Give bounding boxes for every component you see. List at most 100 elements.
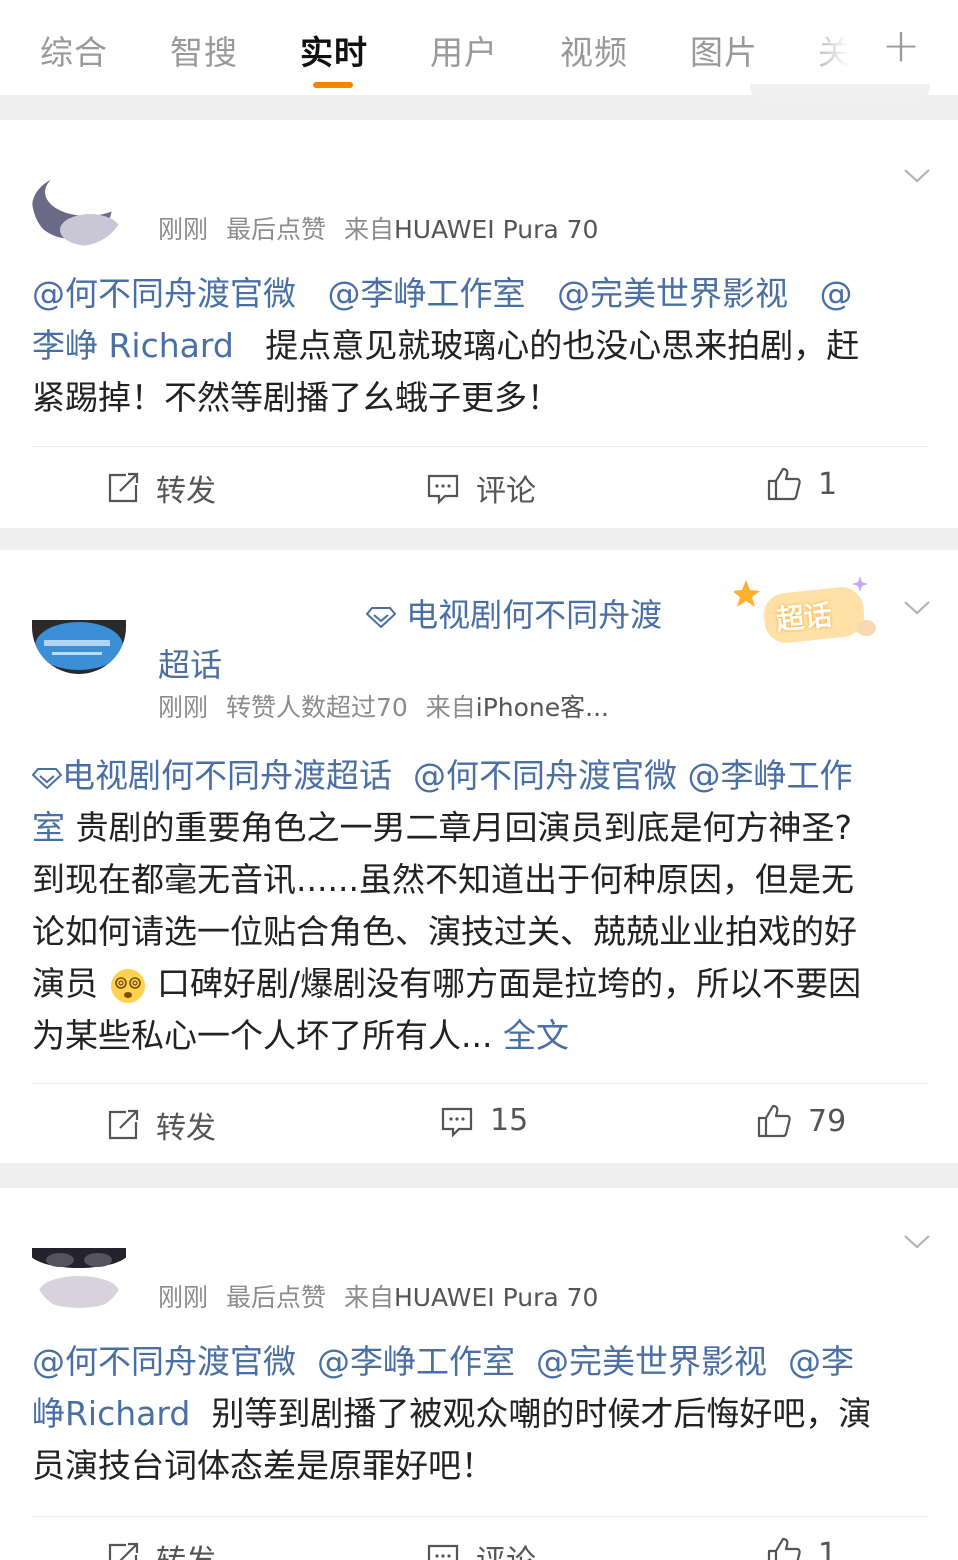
post-card[interactable]: 电视剧何不同舟渡 超话 超话 刚刚 转赞人数超过70 来自iPhone客... …	[0, 550, 958, 1163]
repost-label: 转发	[156, 1111, 216, 1146]
like-count: 1	[818, 466, 838, 502]
post-card[interactable]: 刚刚 最后点赞 来自HUAWEI Pura 70 @何不同舟渡官微 @李峥工作室…	[0, 120, 958, 528]
repost-icon	[108, 472, 139, 503]
super-topic-icon	[32, 767, 62, 789]
source-prefix: 来自	[425, 693, 476, 722]
dizzy-face-emoji	[110, 968, 145, 1003]
active-tab-indicator	[313, 82, 353, 88]
device-name: HUAWEI Pura 70	[393, 1283, 599, 1312]
tab-images[interactable]: 图片	[690, 26, 758, 74]
topic-link[interactable]: 电视剧何不同舟渡超话	[32, 756, 392, 795]
comment-icon	[441, 1107, 473, 1138]
repost-button[interactable]: 转发	[106, 466, 216, 510]
post-time: 刚刚	[158, 693, 209, 722]
badge-label: 超话	[774, 598, 834, 637]
tab-fade-overlay	[800, 0, 870, 95]
repost-button[interactable]: 转发	[106, 1103, 216, 1147]
divider	[32, 446, 928, 447]
chevron-down-icon[interactable]	[902, 592, 932, 622]
post-meta: 刚刚 最后点赞 来自HUAWEI Pura 70	[158, 1278, 608, 1314]
post-body: 贵剧的重要角色之一男二章月回演员到底是何方神圣?	[75, 808, 853, 847]
thumbs-up-icon	[767, 1537, 801, 1560]
post-body-line: 到现在都毫无音讯......虽然不知道出于何种原因，但是无	[32, 860, 854, 899]
post-card[interactable]: 刚刚 最后点赞 来自HUAWEI Pura 70 @何不同舟渡官微 @李峥工作室…	[0, 1188, 958, 1560]
post-text: @何不同舟渡官微 @李峥工作室 @完美世界影视 @ 李峥 Richard 提点意…	[32, 268, 932, 424]
topic-header[interactable]: 电视剧何不同舟渡	[366, 590, 662, 636]
repost-icon	[108, 1109, 139, 1140]
mention-link[interactable]: 李峥 Richard	[32, 326, 234, 365]
mention-link[interactable]: @李峥工作室	[317, 1342, 515, 1381]
source-prefix: 来自	[343, 1283, 394, 1312]
repost-label: 转发	[156, 474, 216, 509]
comment-button[interactable]: 15	[440, 1103, 528, 1138]
add-tab-icon[interactable]: +	[878, 20, 924, 70]
topic-name[interactable]: 电视剧何不同舟渡	[406, 596, 662, 634]
post-body-line: 为某些私心一个人坏了所有人...	[32, 1016, 493, 1055]
post-meta: 刚刚 最后点赞 来自HUAWEI Pura 70	[158, 210, 608, 246]
post-body: 提点意见就玻璃心的也没心思来拍剧，赶	[265, 326, 860, 365]
post-tag: 转赞人数超过70	[225, 693, 408, 722]
comment-label: 评论	[476, 1536, 536, 1560]
like-button[interactable]: 1	[766, 466, 837, 502]
mention-link[interactable]: @李峥工作室	[327, 274, 525, 313]
comment-count: 15	[490, 1103, 529, 1138]
comment-icon	[427, 474, 459, 505]
post-text: @何不同舟渡官微 @李峥工作室 @完美世界影视 @李 峥Richard 别等到剧…	[32, 1336, 932, 1492]
chevron-down-icon[interactable]	[902, 1226, 932, 1256]
divider	[32, 1083, 928, 1084]
device-name: iPhone客...	[475, 693, 609, 722]
mention-link[interactable]: @完美世界影视	[536, 1342, 767, 1381]
mention-link[interactable]: @何不同舟渡官微	[32, 1342, 296, 1381]
post-body-line: 口碑好剧/爆剧没有哪方面是拉垮的，所以不要因	[157, 964, 862, 1003]
comment-icon	[427, 1544, 459, 1560]
divider	[32, 1516, 928, 1517]
mention-link[interactable]: @何不同舟渡官微	[32, 274, 296, 313]
source-prefix: 来自	[343, 215, 394, 244]
tab-video[interactable]: 视频	[560, 26, 628, 74]
topic-link-text: 电视剧何不同舟渡超话	[62, 756, 392, 795]
comment-button[interactable]: 评论	[426, 466, 536, 510]
super-topic-badge[interactable]: 超话	[732, 572, 880, 650]
post-meta: 刚刚 转赞人数超过70 来自iPhone客...	[158, 688, 619, 724]
avatar[interactable]	[32, 1248, 126, 1312]
mention-link[interactable]: 室	[32, 808, 65, 847]
device-name: HUAWEI Pura 70	[393, 215, 599, 244]
chevron-down-icon[interactable]	[902, 160, 932, 190]
like-count: 79	[808, 1103, 847, 1139]
full-text-link[interactable]: 全文	[503, 1016, 569, 1055]
mention-link[interactable]: @李	[788, 1342, 854, 1381]
post-text: 电视剧何不同舟渡超话 @何不同舟渡官微 @李峥工作 室 贵剧的重要角色之一男二章…	[32, 750, 932, 1062]
search-bar-edge	[750, 84, 930, 100]
post-body-line: 演员	[32, 964, 98, 1003]
search-tab-bar: 综合 智搜 实时 用户 视频 图片 关 +	[0, 0, 958, 100]
post-tag: 最后点赞	[225, 215, 326, 244]
mention-link[interactable]: 峥Richard	[32, 1394, 190, 1433]
comment-button[interactable]: 评论	[426, 1536, 536, 1560]
repost-label: 转发	[156, 1536, 216, 1560]
like-count: 1	[818, 1536, 838, 1560]
post-body: 别等到剧播了被观众嘲的时候才后悔好吧，演	[211, 1394, 872, 1433]
post-body-line: 员演技台词体态差是原罪好吧！	[32, 1446, 494, 1485]
avatar[interactable]	[32, 580, 126, 674]
tab-smart-search[interactable]: 智搜	[170, 26, 238, 74]
post-time: 刚刚	[158, 215, 209, 244]
tab-users[interactable]: 用户	[430, 26, 498, 74]
tab-comprehensive[interactable]: 综合	[40, 26, 108, 74]
post-body-line: 论如何请选一位贴合角色、演技过关、兢兢业业拍戏的好	[32, 912, 857, 951]
mention-link[interactable]: @李峥工作	[687, 756, 852, 795]
tab-realtime[interactable]: 实时	[300, 26, 368, 74]
avatar[interactable]	[32, 152, 126, 246]
post-tag: 最后点赞	[225, 1283, 326, 1312]
mention-link[interactable]: @完美世界影视	[557, 274, 788, 313]
mention-link[interactable]: @何不同舟渡官微	[413, 756, 677, 795]
mention-link[interactable]: @	[819, 274, 852, 313]
repost-icon	[108, 1542, 139, 1560]
like-button[interactable]: 79	[756, 1103, 846, 1139]
post-body-line: 紧踢掉！不然等剧播了幺蛾子更多！	[32, 378, 560, 417]
repost-button[interactable]: 转发	[106, 1536, 216, 1560]
topic-name-suffix[interactable]: 超话	[158, 640, 222, 686]
like-button[interactable]: 1	[766, 1536, 837, 1560]
thumbs-up-icon	[757, 1104, 791, 1138]
post-time: 刚刚	[158, 1283, 209, 1312]
super-topic-icon	[366, 607, 396, 628]
